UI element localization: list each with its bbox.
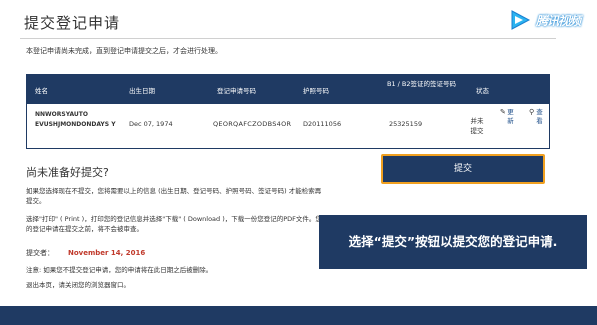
instruction-caption: 选择“提交”按钮以提交您的登记申请.: [319, 215, 587, 269]
exit-note: 退出本页，请关闭您的浏览器窗口。: [26, 281, 130, 289]
not-ready-paragraph-2: 选择"打印" ( Print )，打印您的登记信息并选择"下载" ( Downl…: [26, 215, 322, 233]
cell-application-number: QEORQAFCZODBS4OR: [213, 120, 292, 128]
submit-by-row: 提交者： November 14, 2016: [26, 248, 145, 258]
header-application-number: 登记申请号码: [217, 87, 256, 95]
cell-status: 并未提交: [470, 117, 484, 135]
cell-visa-number: 25325159: [389, 120, 423, 128]
header-dob: 出生日期: [129, 87, 155, 95]
page-title: 提交登记申请: [24, 14, 121, 32]
intro-text: 本登记申请尚未完成，直到登记申请提交之后，才会进行处理。: [26, 47, 222, 55]
header-passport-number: 护照号码: [303, 87, 329, 95]
deletion-note: 注意: 如果您不提交登记申请，您的申请将在此日期之后被删除。: [26, 266, 213, 274]
registration-submit-page: 提交登记申请 本登记申请尚未完成，直到登记申请提交之后，才会进行处理。 姓名 出…: [0, 0, 597, 325]
header-status: 状态: [476, 87, 489, 95]
not-ready-title: 尚未准备好提交?: [26, 166, 109, 179]
header-name: 姓名: [35, 87, 48, 95]
submit-by-label: 提交者：: [26, 249, 54, 257]
not-ready-paragraph-1: 如果您选择现在不提交，您将需要以上的信息 (出生日期、登记号码、护照号码、签证号…: [26, 187, 322, 205]
registration-table: 姓名 出生日期 登记申请号码 护照号码 B1 / B2签证的签证号码 状态 NN…: [26, 74, 550, 149]
watermark-text: 腾讯视频: [536, 14, 581, 28]
view-label: 查看: [536, 108, 543, 125]
title-divider: [20, 38, 556, 39]
pencil-icon: ✎: [500, 108, 506, 116]
table-row: NNWORSYAUTO EVUSHJMONDONDAYS Y Dec 07, 1…: [27, 104, 549, 148]
video-watermark: 腾讯视频: [508, 8, 592, 32]
table-header: 姓名 出生日期 登记申请号码 护照号码 B1 / B2签证的签证号码 状态: [27, 75, 549, 104]
cell-name: NNWORSYAUTO EVUSHJMONDONDAYS Y: [35, 111, 116, 128]
update-label: 更新: [507, 108, 514, 125]
submit-button[interactable]: 提交: [381, 154, 545, 184]
header-visa-number: B1 / B2签证的签证号码: [387, 80, 457, 88]
footer-bar: [0, 306, 597, 325]
play-logo-icon: [511, 10, 531, 30]
magnifier-icon: ⚲: [529, 108, 535, 116]
cell-passport-number: D20111056: [303, 120, 342, 128]
submit-by-date: November 14, 2016: [68, 249, 146, 257]
cell-dob: Dec 07, 1974: [129, 120, 173, 128]
